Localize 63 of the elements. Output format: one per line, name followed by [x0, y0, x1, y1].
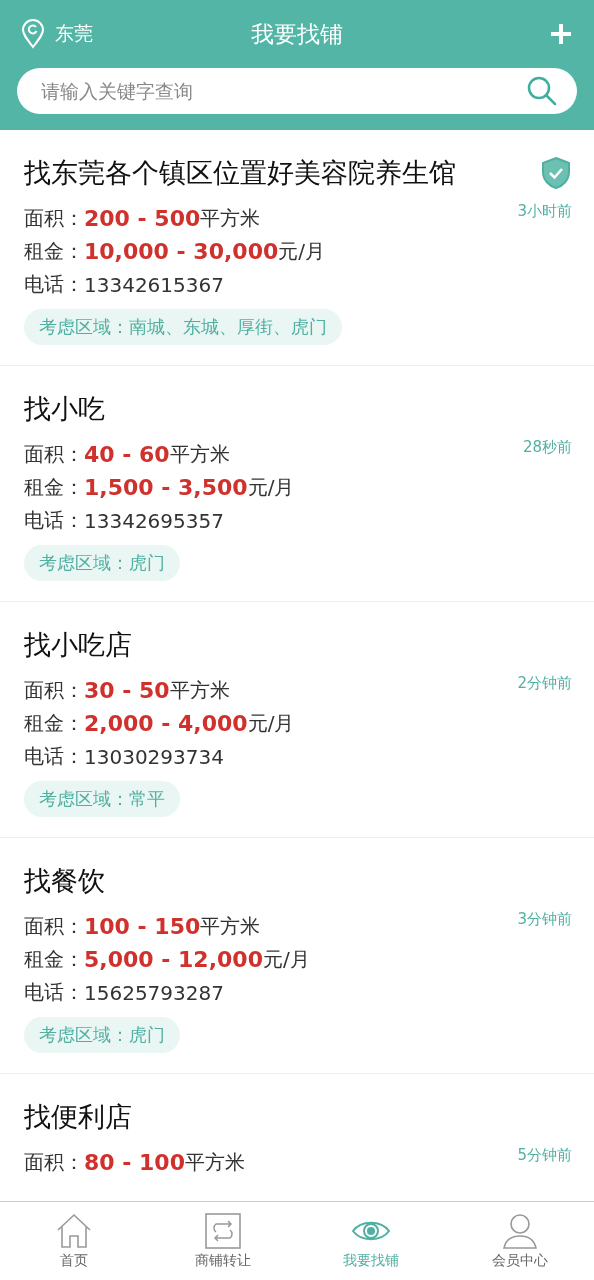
posted-time: 2分钟前 [517, 674, 572, 693]
area-unit: 平方米 [169, 677, 230, 704]
rent-label: 租金： [24, 474, 84, 501]
listing-card[interactable]: 找餐饮 面积：100 - 150平方米 3分钟前 租金：5,000 - 12,000元/月 电话：15625793287 考虑区域：虎门 [0, 838, 594, 1074]
area-label: 面积： [24, 677, 84, 704]
phone-label: 电话： [24, 979, 84, 1006]
phone-number: 13342695357 [84, 508, 224, 533]
rent-unit: 元/月 [278, 238, 325, 265]
rent-value: 5,000 - 12,000 [84, 947, 263, 972]
area-unit: 平方米 [200, 913, 261, 940]
rent-label: 租金： [24, 710, 84, 737]
listing-title: 找东莞各个镇区位置好美容院养生馆 [24, 156, 456, 190]
posted-time: 3分钟前 [517, 910, 572, 929]
rent-value: 1,500 - 3,500 [84, 475, 248, 500]
rent-unit: 元/月 [247, 710, 295, 737]
listing-title: 找便利店 [24, 1100, 132, 1134]
listing-title: 找小吃店 [24, 628, 132, 662]
phone-number: 13342615367 [84, 272, 224, 297]
listing-card[interactable]: 找东莞各个镇区位置好美容院养生馆 面积：200 - 500平方米 3小时前 租金：10,000 - 30,000元/月 电话：13342615367 考虑区域：南城、东城、厚街、虎门 [0, 130, 594, 366]
location-pin-icon[interactable] [21, 19, 45, 49]
posted-time: 5分钟前 [517, 1146, 572, 1165]
phone-label: 电话： [24, 271, 84, 298]
rent-label: 租金： [24, 238, 84, 265]
rent-unit: 元/月 [247, 474, 295, 501]
phone-label: 电话： [24, 743, 84, 770]
rent-unit: 元/月 [262, 946, 310, 973]
region-tag: 考虑区域：虎门 [24, 1017, 180, 1053]
phone-label: 电话： [24, 507, 84, 534]
area-unit: 平方米 [169, 441, 230, 468]
area-label: 面积： [24, 441, 84, 468]
listing-title: 找小吃 [24, 392, 105, 426]
area-label: 面积： [24, 1149, 84, 1176]
posted-time: 3小时前 [517, 202, 572, 221]
rent-label: 租金： [24, 946, 84, 973]
listing-card[interactable]: 找小吃店 面积：30 - 50平方米 2分钟前 租金：2,000 - 4,000元/月 电话：13030293734 考虑区域：常平 [0, 602, 594, 838]
area-value: 40 - 60 [84, 442, 170, 467]
tab-item[interactable]: 会员中心 [445, 1202, 594, 1280]
area-unit: 平方米 [200, 205, 261, 232]
rent-value: 2,000 - 4,000 [84, 711, 248, 736]
area-value: 30 - 50 [84, 678, 170, 703]
area-unit: 平方米 [185, 1149, 245, 1176]
region-tag: 考虑区域：虎门 [24, 545, 180, 581]
rent-value: 10,000 - 30,000 [84, 239, 279, 264]
area-value: 100 - 150 [84, 914, 201, 939]
area-value: 200 - 500 [84, 206, 201, 231]
phone-number: 15625793287 [84, 980, 224, 1005]
listing-title: 找餐饮 [24, 864, 105, 898]
search-field[interactable]: 请输入关键字查询 [17, 68, 577, 114]
user-icon [500, 1212, 539, 1250]
search-icon[interactable] [527, 76, 557, 106]
add-icon[interactable] [550, 23, 572, 45]
area-value: 80 - 100 [84, 1150, 185, 1175]
tab-item[interactable]: 商铺转让 [148, 1202, 297, 1280]
page-title: 我要找铺 [251, 19, 343, 49]
region-tag: 考虑区域：常平 [24, 781, 180, 817]
listing-card[interactable]: 找小吃 面积：40 - 60平方米 28秒前 租金：1,500 - 3,500元/月 电话：13342695357 考虑区域：虎门 [0, 366, 594, 602]
area-label: 面积： [24, 913, 84, 940]
posted-time: 28秒前 [522, 438, 572, 457]
tab-item[interactable]: 首页 [0, 1202, 149, 1280]
swap-arrows-icon [203, 1212, 242, 1250]
phone-number: 13030293734 [84, 744, 224, 769]
region-tag: 考虑区域：南城、东城、厚街、虎门 [24, 309, 342, 345]
area-label: 面积： [24, 205, 84, 232]
